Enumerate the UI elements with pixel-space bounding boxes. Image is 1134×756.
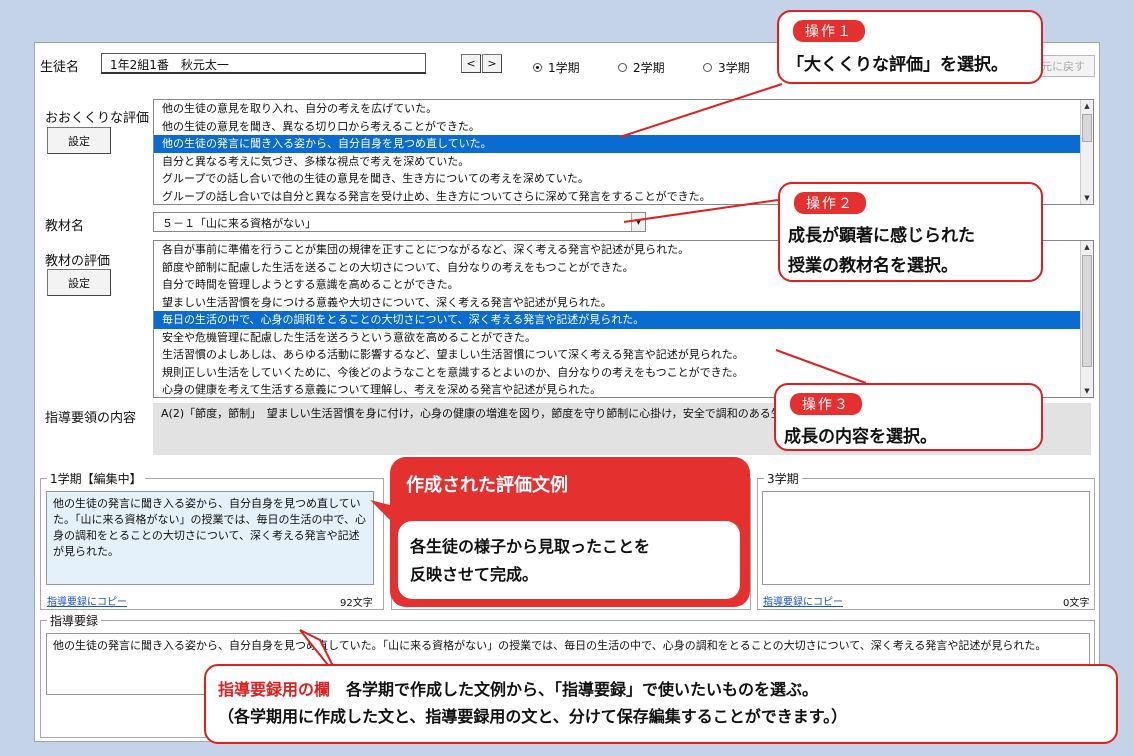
sample-pointer bbox=[370, 500, 390, 520]
op1-badge: 操作１ bbox=[793, 20, 865, 42]
op1-text: 「大くくりな評価」を選択。 bbox=[787, 55, 1008, 75]
op2-line1: 成長が顕著に感じられた bbox=[788, 226, 975, 246]
op2-line2: 授業の教材名を選択。 bbox=[788, 256, 958, 276]
op3-callout: 操作３ 成長の内容を選択。 bbox=[774, 383, 1043, 451]
sample-callout: 作成された評価文例 各生徒の様子から見取ったことを 反映させて完成。 bbox=[390, 457, 750, 607]
sample-line1: 各生徒の様子から見取ったことを bbox=[410, 537, 651, 556]
callout-pointers bbox=[299, 83, 867, 681]
record-callout-red: 指導要録用の欄 bbox=[218, 680, 331, 699]
sample-body: 各生徒の様子から見取ったことを 反映させて完成。 bbox=[398, 521, 740, 599]
op2-pointer bbox=[623, 199, 779, 223]
sample-title: 作成された評価文例 bbox=[406, 475, 568, 496]
op2-callout: 操作２ 成長が顕著に感じられた 授業の教材名を選択。 bbox=[778, 182, 1043, 282]
op3-badge: 操作３ bbox=[790, 393, 862, 415]
op1-pointer bbox=[619, 83, 783, 138]
op1-callout: 操作１ 「大くくりな評価」を選択。 bbox=[777, 10, 1043, 84]
record-callout-line2: （各学期用に作成した文と、指導要録用の文と、分けて保存編集することができます。） bbox=[218, 707, 848, 726]
record-callout-line1: 指導要録用の欄 各学期で作成した文例から、「指導要録」で使いたいものを選ぶ。 bbox=[218, 680, 819, 699]
sample-line2: 反映させて完成。 bbox=[410, 565, 539, 584]
op2-badge: 操作２ bbox=[794, 192, 866, 214]
record-callout: 指導要録用の欄 各学期で作成した文例から、「指導要録」で使いたいものを選ぶ。 （… bbox=[204, 664, 1118, 744]
op3-pointer bbox=[775, 349, 867, 384]
op3-text: 成長の内容を選択。 bbox=[784, 427, 937, 447]
